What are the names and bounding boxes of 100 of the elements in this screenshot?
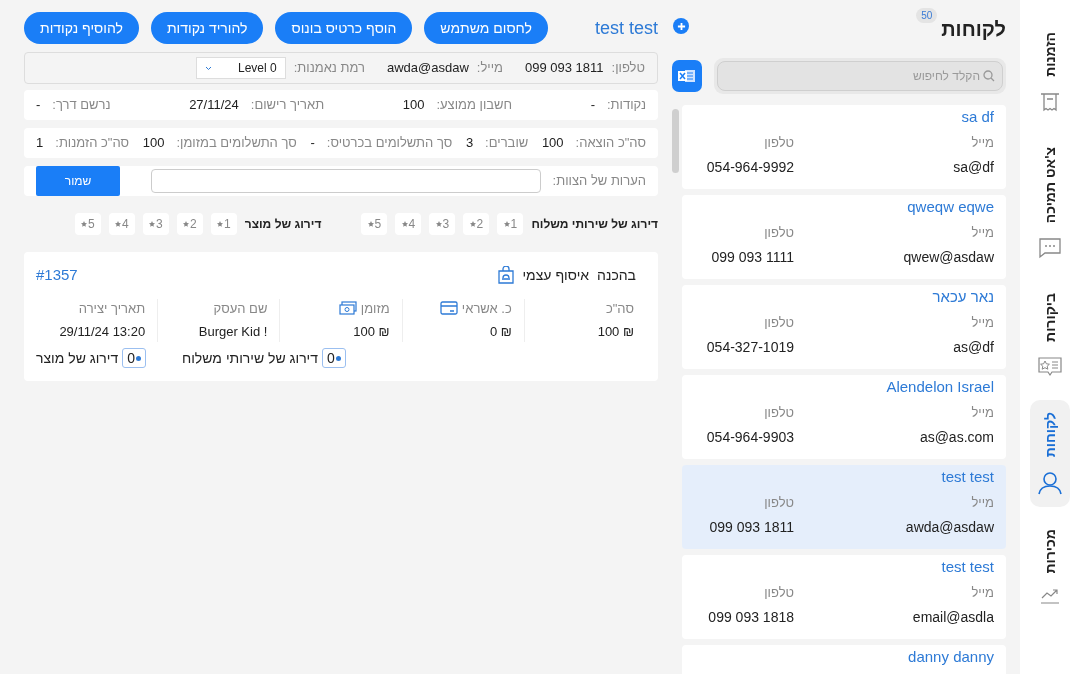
panel-title: לקוחות bbox=[941, 17, 1006, 42]
rating-label: דירוג של מוצר bbox=[244, 216, 322, 233]
column-label: תאריך יצירה bbox=[78, 299, 146, 318]
level-dropdown[interactable]: Level 0 bbox=[195, 57, 286, 79]
rating-option[interactable]: 3 bbox=[142, 213, 169, 235]
field-value: 3 bbox=[465, 134, 474, 153]
notes-label: הערות של הצוות: bbox=[552, 172, 646, 191]
action-button[interactable]: הוסף כרטיס בונוס bbox=[275, 12, 413, 44]
excel-export-button[interactable] bbox=[672, 60, 702, 92]
email-text: email@asdla bbox=[912, 608, 994, 625]
field-value: awda@asdaw bbox=[386, 59, 469, 78]
rating-option[interactable]: 5 bbox=[74, 213, 101, 235]
field-label: חשבון ממוצע: bbox=[436, 96, 513, 115]
column-value: 29/11/24 13:20 bbox=[59, 323, 146, 341]
order-number: #1357 bbox=[36, 265, 78, 285]
field-label: נרשם דרך: bbox=[52, 96, 111, 115]
caret-icon bbox=[204, 65, 212, 71]
field-label: מייל bbox=[970, 134, 994, 152]
rating-option[interactable]: 4 bbox=[108, 213, 135, 235]
customer-name: test test bbox=[941, 558, 994, 575]
phone-text: 099 093 1818 bbox=[708, 607, 794, 627]
field-value: 100 bbox=[541, 134, 564, 153]
customer-name: danny danny bbox=[908, 648, 994, 665]
add-button[interactable] bbox=[673, 18, 689, 34]
order-status: בהכנה bbox=[597, 265, 636, 285]
column-value: 100 ₪ bbox=[353, 323, 390, 341]
order-type: איסוף עצמי bbox=[522, 265, 590, 285]
rating-label: דירוג של מוצר bbox=[36, 348, 119, 368]
customer-name: נאר עכאר bbox=[932, 288, 994, 305]
nav-item[interactable]: מכירות bbox=[1030, 517, 1070, 616]
nav-item[interactable]: הזמנות bbox=[1030, 20, 1070, 125]
customer-card[interactable]: danny danny bbox=[682, 645, 1006, 674]
rating-label: דירוג של שירותי משלוח bbox=[531, 216, 658, 233]
field-value: 1 bbox=[36, 134, 44, 153]
column-label: שם העסק bbox=[213, 299, 268, 318]
field-label: טלפון bbox=[764, 584, 794, 602]
field-value: 099 093 1811 bbox=[525, 59, 604, 78]
field-label: רמת נאמנות: bbox=[293, 59, 365, 78]
field-value: 100 bbox=[402, 96, 425, 115]
review-card-icon bbox=[1038, 356, 1062, 378]
notes-field[interactable] bbox=[150, 169, 541, 193]
field-label: נקודות: bbox=[606, 96, 646, 115]
field-label: טלפון: bbox=[611, 59, 645, 78]
save-button[interactable]: שמור bbox=[36, 166, 120, 196]
field-label: טלפון bbox=[764, 404, 794, 422]
phone-text: 054-327-1019 bbox=[706, 337, 794, 357]
column-value: 0 ₪ bbox=[489, 323, 512, 341]
count-badge: 50 bbox=[916, 8, 938, 23]
customer-name: Alendelon Israel bbox=[886, 378, 994, 395]
user-icon bbox=[1038, 471, 1062, 496]
rating-option[interactable]: 1 bbox=[497, 213, 524, 235]
rating-option[interactable]: 2 bbox=[176, 213, 203, 235]
field-label: מייל bbox=[970, 224, 994, 242]
rating-option[interactable]: 4 bbox=[395, 213, 422, 235]
credit-card-icon bbox=[439, 301, 458, 316]
rating-label: דירוג של שירותי משלוח bbox=[182, 348, 318, 368]
field-label: סך התשלומים במזומן: bbox=[176, 134, 297, 153]
action-button[interactable]: להוסיף נקודות bbox=[24, 12, 139, 44]
shopping-bag-icon bbox=[498, 266, 515, 285]
phone-text: 099 093 1111 bbox=[711, 247, 794, 267]
search-icon bbox=[983, 70, 995, 82]
field-label: מייל bbox=[970, 404, 994, 422]
field-label: מייל bbox=[970, 584, 994, 602]
column-label: מזומן bbox=[360, 299, 390, 318]
rating-option[interactable]: 1 bbox=[210, 213, 237, 235]
column-label: סה"כ bbox=[605, 299, 634, 318]
field-value: 100 bbox=[142, 134, 165, 153]
column-value: 100 ₪ bbox=[597, 323, 634, 341]
plus-icon bbox=[676, 21, 686, 31]
action-button[interactable]: להוריד נקודות bbox=[150, 12, 264, 44]
field-label: מייל: bbox=[476, 59, 503, 78]
nav-item[interactable]: ביקורות bbox=[1030, 281, 1070, 390]
rating-value: 0 bbox=[122, 348, 146, 368]
action-button[interactable]: לחסום משתמש bbox=[424, 12, 548, 44]
email-text: qwew@asdaw bbox=[903, 248, 994, 265]
field-label: מייל bbox=[970, 494, 994, 512]
rating-value: 0 bbox=[322, 348, 346, 368]
spreadsheet-icon bbox=[678, 69, 696, 83]
field-value: - bbox=[36, 96, 41, 115]
customer-name: test test bbox=[594, 16, 658, 40]
field-label: טלפון bbox=[764, 224, 794, 242]
nav-item[interactable]: לקוחות bbox=[1030, 400, 1070, 508]
search-field[interactable]: הקלד לחיפוש bbox=[717, 61, 1003, 91]
nav-item[interactable]: צ'אט תמיכה bbox=[1030, 134, 1070, 272]
field-label: טלפון bbox=[764, 314, 794, 332]
rating-option[interactable]: 2 bbox=[463, 213, 490, 235]
field-value: - bbox=[590, 96, 595, 115]
field-label: סה"כ הוצאה: bbox=[575, 134, 646, 153]
rating-option[interactable]: 5 bbox=[361, 213, 388, 235]
email-text: sa@df bbox=[953, 158, 994, 175]
scrollbar-thumb[interactable] bbox=[672, 109, 679, 173]
field-label: מייל bbox=[970, 314, 994, 332]
field-label: טלפון bbox=[764, 494, 794, 512]
field-label: תאריך רישום: bbox=[250, 96, 325, 115]
email-text: as@df bbox=[953, 338, 994, 355]
rating-option[interactable]: 3 bbox=[429, 213, 456, 235]
email-text: as@as.com bbox=[919, 428, 994, 445]
trend-chart-icon bbox=[1040, 587, 1060, 604]
column-label: כ. אשראי bbox=[461, 299, 512, 318]
field-value: 27/11/24 bbox=[189, 96, 239, 115]
